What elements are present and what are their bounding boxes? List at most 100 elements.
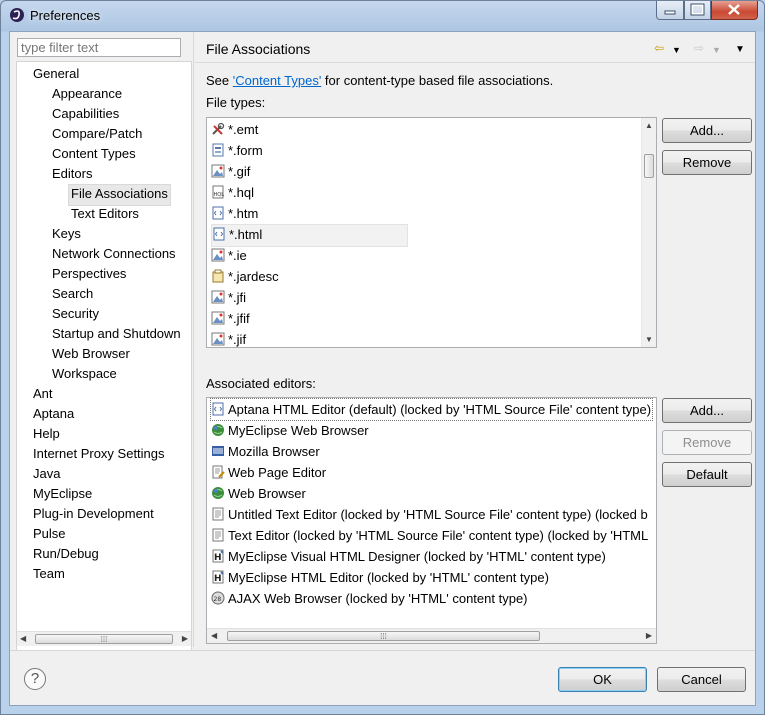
scroll-down-icon[interactable]: ▼ — [645, 335, 653, 344]
image-icon — [211, 248, 228, 263]
tree-item[interactable]: Security — [52, 304, 99, 324]
content-types-link[interactable]: 'Content Types' — [233, 73, 322, 88]
tree-item[interactable]: File Associations — [68, 184, 171, 206]
description: See 'Content Types' for content-type bas… — [206, 73, 553, 88]
tree-item[interactable]: Ant — [33, 384, 53, 404]
editor-row[interactable]: 28 AJAX Web Browser (locked by 'HTML' con… — [211, 588, 652, 609]
tree-item[interactable]: Perspectives — [52, 264, 126, 284]
file-type-row[interactable]: *.html — [211, 224, 408, 247]
maximize-button[interactable] — [684, 1, 711, 20]
image-icon — [211, 332, 228, 347]
editor-row[interactable]: Web Page Editor — [211, 462, 652, 483]
view-menu-icon[interactable]: ▼ — [735, 43, 745, 57]
scroll-thumb[interactable]: ⁞⁞⁞ — [227, 631, 540, 641]
editor-row[interactable]: Mozilla Browser — [211, 441, 652, 462]
scroll-right-icon[interactable]: ▶ — [646, 631, 652, 640]
scroll-up-icon[interactable]: ▲ — [645, 121, 653, 130]
editor-row[interactable]: H MyEclipse Visual HTML Designer (locked … — [211, 546, 652, 567]
file-type-row[interactable]: *.form — [211, 140, 263, 161]
tree-item[interactable]: Text Editors — [71, 204, 139, 224]
title-bar[interactable]: Preferences — [1, 1, 764, 31]
default-editor-button[interactable]: Default — [662, 462, 752, 487]
editor-row[interactable]: Text Editor (locked by 'HTML Source File… — [211, 525, 652, 546]
tree-item[interactable]: Appearance — [52, 84, 122, 104]
file-type-row[interactable]: *.jardesc — [211, 266, 279, 287]
forward-arrow-icon: ⇨ — [694, 41, 705, 55]
tree-item[interactable]: Compare/Patch — [52, 124, 142, 144]
cancel-button[interactable]: Cancel — [657, 667, 746, 692]
minimize-button[interactable] — [656, 1, 684, 20]
scroll-thumb[interactable]: ⁞⁞⁞ — [35, 634, 173, 644]
scroll-thumb[interactable] — [644, 154, 654, 178]
file-types-label: File types: — [206, 95, 266, 110]
tree-item[interactable]: MyEclipse — [33, 484, 92, 504]
file-type-row[interactable]: *.jfif — [211, 308, 250, 329]
mozilla-icon — [211, 444, 228, 459]
back-arrow-icon[interactable]: ⇦ — [654, 41, 664, 55]
editor-row[interactable]: MyEclipse Web Browser — [211, 420, 652, 441]
tree-horizontal-scrollbar[interactable]: ◀ ⁞⁞⁞ ▶ — [17, 631, 191, 646]
file-type-label: *.html — [229, 227, 263, 242]
back-dropdown-icon[interactable]: ▼ — [672, 43, 681, 57]
remove-file-type-button[interactable]: Remove — [662, 150, 752, 175]
globe-icon — [211, 486, 228, 501]
tree-item[interactable]: Help — [33, 424, 60, 444]
editor-row[interactable]: H MyEclipse HTML Editor (locked by 'HTML'… — [211, 567, 652, 588]
tree-item[interactable]: Content Types — [52, 144, 136, 164]
tree-item[interactable]: Network Connections — [52, 244, 176, 264]
svg-text:HQL: HQL — [214, 192, 225, 198]
editors-horizontal-scrollbar[interactable]: ◀ ⁞⁞⁞ ▶ — [207, 628, 656, 643]
file-type-row[interactable]: *.gif — [211, 161, 250, 182]
pane-splitter[interactable] — [193, 32, 194, 647]
add-file-type-button[interactable]: Add... — [662, 118, 752, 143]
tree-item[interactable]: Java — [33, 464, 60, 484]
file-type-row[interactable]: *.ie — [211, 245, 247, 266]
file-type-row[interactable]: *.jif — [211, 329, 246, 347]
editor-row[interactable]: Aptana HTML Editor (default) (locked by … — [210, 398, 653, 421]
file-types-scrollbar[interactable]: ▲ ▼ — [641, 118, 656, 347]
form-icon — [211, 143, 228, 158]
help-icon[interactable]: ? — [24, 668, 46, 690]
tree-item[interactable]: Workspace — [52, 364, 117, 384]
tree-item[interactable]: Run/Debug — [33, 544, 99, 564]
html-designer-icon: H — [211, 570, 228, 585]
tree-item[interactable]: Web Browser — [52, 344, 130, 364]
tools-icon — [211, 122, 228, 137]
tree-item[interactable]: Startup and Shutdown — [52, 324, 181, 344]
forward-dropdown-icon: ▼ — [712, 45, 721, 55]
close-button[interactable] — [711, 1, 758, 20]
description-prefix: See — [206, 73, 233, 88]
scroll-left-icon[interactable]: ◀ — [211, 631, 217, 640]
tree-item[interactable]: Editors — [52, 164, 92, 184]
scroll-left-icon[interactable]: ◀ — [20, 634, 26, 643]
tree-item[interactable]: Team — [33, 564, 65, 584]
editor-label: MyEclipse Visual HTML Designer (locked b… — [228, 549, 606, 564]
editor-label: Untitled Text Editor (locked by 'HTML So… — [228, 507, 648, 522]
tree-item[interactable]: General — [33, 64, 79, 84]
tree-item[interactable]: Capabilities — [52, 104, 119, 124]
add-editor-button[interactable]: Add... — [662, 398, 752, 423]
hql-icon: HQL — [211, 185, 228, 200]
image-icon — [211, 311, 228, 326]
editor-label: MyEclipse Web Browser — [228, 423, 369, 438]
ok-button[interactable]: OK — [558, 667, 647, 692]
file-type-row[interactable]: HQL *.hql — [211, 182, 254, 203]
tree-item[interactable]: Aptana — [33, 404, 74, 424]
tree-item[interactable]: Search — [52, 284, 93, 304]
tree-item[interactable]: Plug-in Development — [33, 504, 154, 524]
file-type-row[interactable]: *.emt — [211, 119, 258, 140]
filter-input[interactable]: type filter text — [17, 38, 181, 57]
file-types-list[interactable]: ▲ ▼ *.emt *.form *.gif HQL *.hql *.htm *.html *… — [206, 117, 657, 348]
text-file-icon — [211, 528, 228, 543]
editor-row[interactable]: Untitled Text Editor (locked by 'HTML So… — [211, 504, 652, 525]
preference-tree[interactable]: General Appearance Capabilities Compare/Pat… — [16, 61, 192, 651]
tree-item[interactable]: Pulse — [33, 524, 66, 544]
file-type-row[interactable]: *.jfi — [211, 287, 246, 308]
scroll-right-icon[interactable]: ▶ — [182, 634, 188, 643]
tree-item[interactable]: Internet Proxy Settings — [33, 444, 165, 464]
file-type-row[interactable]: *.htm — [211, 203, 258, 224]
editor-label: Aptana HTML Editor (default) (locked by … — [228, 402, 652, 417]
associated-editors-list[interactable]: 28 AJAX Web Browser (locked by 'HTML' con… — [206, 397, 657, 644]
tree-item[interactable]: Keys — [52, 224, 81, 244]
editor-row[interactable]: Web Browser — [211, 483, 652, 504]
